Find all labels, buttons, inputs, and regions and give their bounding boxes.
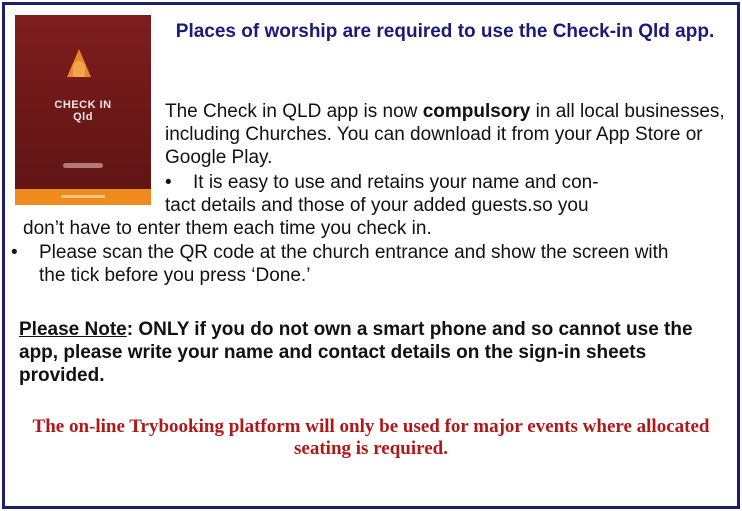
check-in-qld-app-image: CHECK IN Qld — [15, 15, 151, 205]
trybooking-notice: The on-line Trybooking platform will onl… — [32, 416, 710, 459]
app-brand-mark — [63, 163, 103, 168]
bullet-line-2: tact details and those of your added gue… — [165, 195, 589, 216]
notice-heading: Places of worship are required to use th… — [175, 21, 715, 42]
bullet-line-1: • It is easy to use and retains your name… — [165, 171, 725, 194]
flame-logo-inner — [73, 61, 85, 77]
app-button-bar — [15, 189, 151, 205]
bullet-marker: • — [165, 172, 172, 193]
app-button-label-mark — [61, 195, 105, 198]
please-note-paragraph: Please Note: ONLY if you do not own a sm… — [19, 318, 719, 387]
intro-text-before: The Check in QLD app is now — [165, 101, 423, 122]
bullet-line-1-text: It is easy to use and retains your name … — [193, 172, 599, 193]
bullet-marker: • — [11, 242, 18, 263]
app-title-text: CHECK IN Qld — [54, 99, 112, 123]
bullet-text: Please scan the QR code at the church en… — [39, 242, 669, 286]
intro-emphasis: compulsory — [422, 101, 531, 122]
bullet-line-3: don’t have to enter them each time you c… — [23, 218, 432, 239]
intro-paragraph: The Check in QLD app is now compulsory i… — [165, 100, 735, 169]
notice-frame: CHECK IN Qld Places of worship are requi… — [2, 2, 740, 509]
note-label: Please Note — [19, 319, 127, 340]
